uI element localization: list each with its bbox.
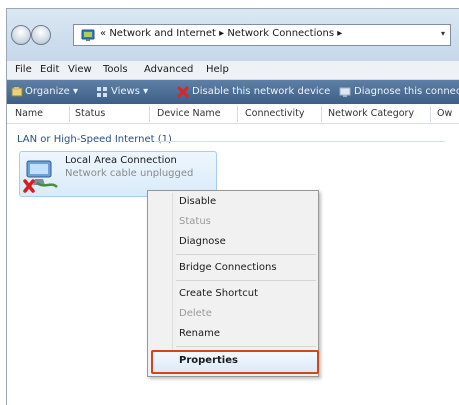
control-panel-icon [81, 29, 95, 41]
menu-edit[interactable]: Edit [40, 64, 59, 75]
title-bar: « Network and Internet ▸ Network Connect… [7, 9, 459, 61]
menu-disable[interactable]: Disable [179, 196, 216, 207]
group-header[interactable]: LAN or High-Speed Internet (1) [17, 134, 172, 145]
menu-separator [176, 254, 316, 255]
column-divider [321, 106, 322, 122]
menu-diagnose[interactable]: Diagnose [179, 236, 226, 247]
menu-help[interactable]: Help [206, 64, 229, 75]
menu-bar: File Edit View Tools Advanced Help [7, 61, 459, 80]
address-prefix: « [100, 28, 107, 39]
column-divider [149, 106, 150, 122]
menu-status[interactable]: Status [179, 216, 211, 227]
column-divider [69, 106, 70, 122]
connection-status: Network cable unplugged [65, 168, 194, 179]
menu-bridge-connections[interactable]: Bridge Connections [179, 262, 277, 273]
views-button[interactable]: Views ▾ [111, 86, 148, 97]
menu-properties[interactable]: Properties [179, 355, 238, 366]
network-adapter-icon [23, 160, 58, 193]
back-button[interactable] [11, 25, 31, 45]
column-owner[interactable]: Ow [437, 108, 452, 119]
menu-tools[interactable]: Tools [103, 64, 128, 75]
forward-button[interactable] [31, 25, 51, 45]
context-menu-gutter [172, 193, 173, 374]
column-divider [430, 106, 431, 122]
menu-file[interactable]: File [15, 64, 32, 75]
explorer-window: « Network and Internet ▸ Network Connect… [6, 8, 459, 405]
disable-x-icon [177, 86, 189, 98]
menu-separator [176, 280, 316, 281]
column-status[interactable]: Status [75, 108, 105, 119]
column-connectivity[interactable]: Connectivity [245, 108, 305, 119]
context-menu: Disable Status Diagnose Bridge Connectio… [147, 190, 319, 377]
column-device-name[interactable]: Device Name [157, 108, 221, 119]
menu-create-shortcut[interactable]: Create Shortcut [179, 288, 258, 299]
menu-delete[interactable]: Delete [179, 308, 212, 319]
views-icon [97, 87, 107, 97]
organize-button[interactable]: Organize ▾ [25, 86, 78, 97]
address-dropdown-icon[interactable]: ▾ [441, 29, 445, 38]
group-divider [155, 141, 445, 142]
address-path: « Network and Internet ▸ Network Connect… [100, 28, 342, 39]
column-divider [237, 106, 238, 122]
diagnose-connection-button[interactable]: Diagnose this connec [354, 86, 459, 97]
address-breadcrumb: Network and Internet ▸ Network Connectio… [109, 28, 343, 39]
disable-device-button[interactable]: Disable this network device [192, 86, 330, 97]
organize-icon [11, 87, 23, 97]
column-headers: Name Status Device Name Connectivity Net… [7, 105, 459, 124]
address-bar[interactable]: « Network and Internet ▸ Network Connect… [73, 24, 451, 46]
diagnose-icon [339, 87, 351, 97]
menu-rename[interactable]: Rename [179, 328, 220, 339]
connection-name: Local Area Connection [65, 155, 177, 166]
command-toolbar: Organize ▾ Views ▾ Disable this network … [7, 80, 459, 104]
column-name[interactable]: Name [15, 108, 43, 119]
column-network-category[interactable]: Network Category [328, 108, 414, 119]
menu-advanced[interactable]: Advanced [144, 64, 193, 75]
menu-view[interactable]: View [68, 64, 92, 75]
menu-separator [176, 346, 316, 347]
